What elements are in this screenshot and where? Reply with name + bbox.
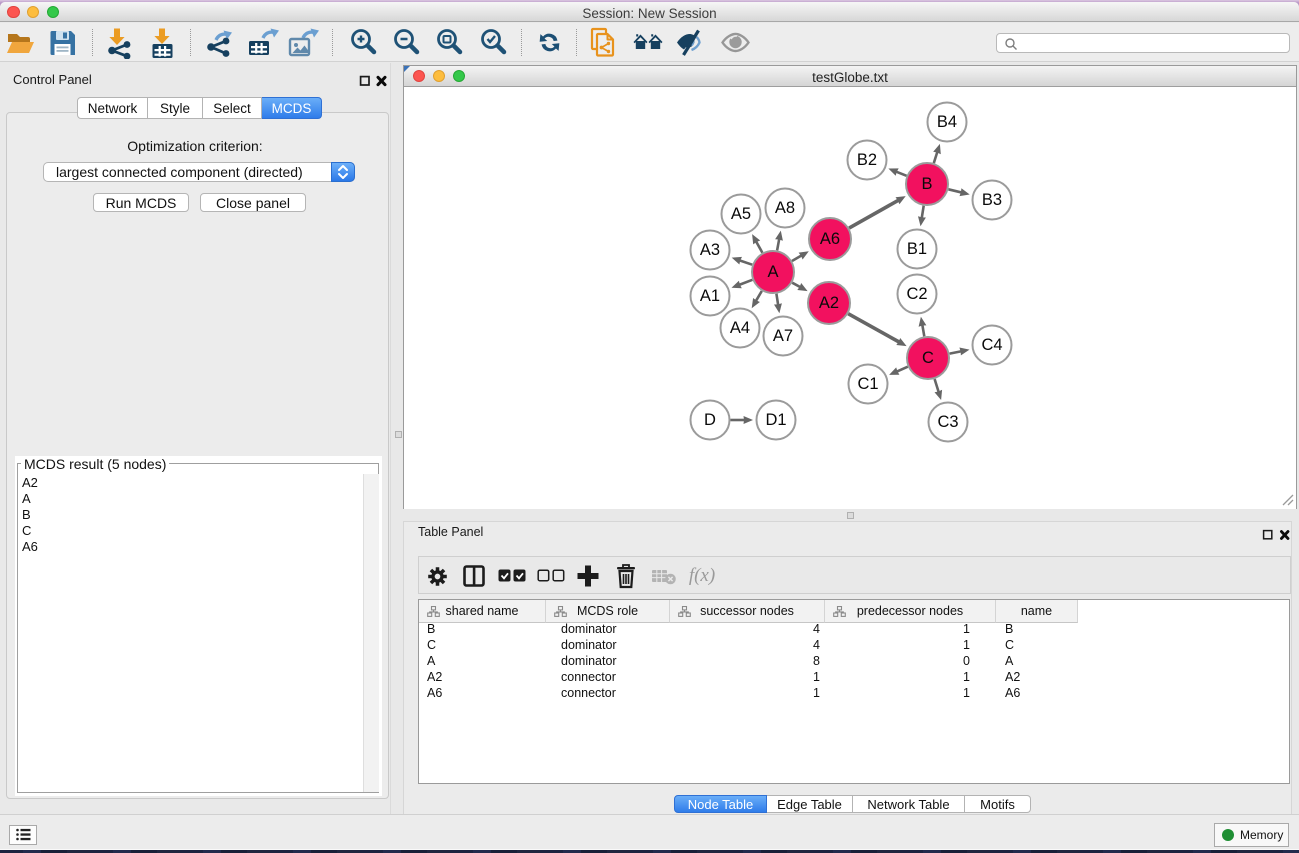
svg-text:B4: B4 [937, 113, 957, 131]
svg-text:B2: B2 [857, 151, 877, 169]
svg-text:C4: C4 [981, 336, 1002, 354]
svg-text:A8: A8 [775, 199, 795, 217]
svg-text:C1: C1 [857, 375, 878, 393]
svg-text:B3: B3 [982, 191, 1002, 209]
svg-text:A6: A6 [820, 230, 840, 248]
svg-text:D1: D1 [765, 411, 786, 429]
svg-text:A1: A1 [700, 287, 720, 305]
svg-text:C: C [922, 349, 934, 367]
svg-text:B: B [921, 175, 932, 193]
svg-text:B1: B1 [907, 240, 927, 258]
svg-text:A5: A5 [731, 205, 751, 223]
svg-text:A3: A3 [700, 241, 720, 259]
svg-text:D: D [704, 411, 716, 429]
svg-text:C2: C2 [906, 285, 927, 303]
svg-text:A7: A7 [773, 327, 793, 345]
svg-text:A: A [767, 263, 778, 281]
svg-text:A2: A2 [819, 294, 839, 312]
svg-text:C3: C3 [937, 413, 958, 431]
svg-text:A4: A4 [730, 319, 750, 337]
